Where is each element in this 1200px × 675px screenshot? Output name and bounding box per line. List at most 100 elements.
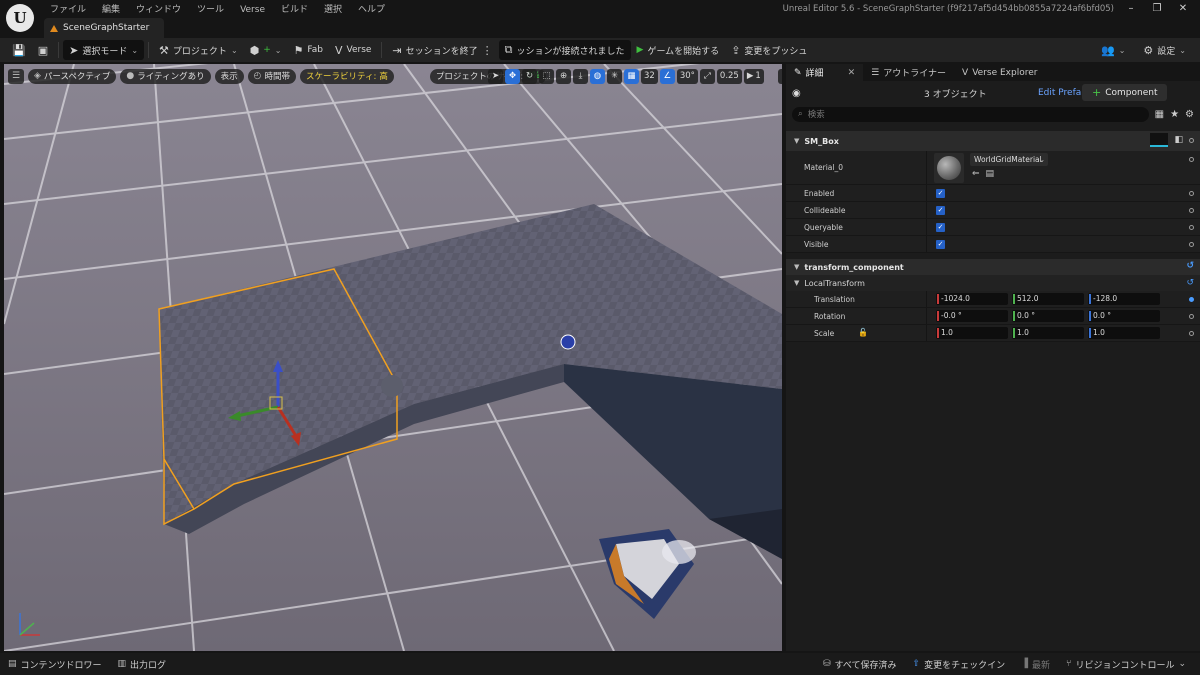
select-tool-icon[interactable]: ➤ <box>488 68 503 84</box>
tab-verse-explorer[interactable]: V Verse Explorer <box>954 64 1045 81</box>
enabled-checkbox[interactable]: ✓ <box>936 189 945 198</box>
reset-dot-icon[interactable] <box>1189 297 1194 302</box>
section-sm-box[interactable]: ▼ SM_Box ◧ <box>786 131 1200 151</box>
reset-arrow-icon[interactable]: ↺ <box>1186 278 1194 288</box>
browse-icon[interactable]: ▤ <box>986 169 995 179</box>
snap-mode-icon[interactable]: ◍ <box>590 68 605 84</box>
surface-snap-icon[interactable]: ⤓ <box>573 68 588 84</box>
end-session-button[interactable]: ⇥ セッションを終了 ⋮ <box>386 40 498 60</box>
output-log-button[interactable]: ▥ 出力ログ <box>110 653 175 675</box>
scale-snap-icon[interactable]: ⤢ <box>699 68 715 84</box>
section-transform[interactable]: ▼ transform_component ↺ <box>786 259 1200 275</box>
rotate-tool-icon[interactable]: ↻ <box>522 68 537 84</box>
entity-marker-icon[interactable] <box>560 334 576 350</box>
reset-dot-icon[interactable] <box>1189 157 1194 162</box>
show-button[interactable]: 表示 <box>214 68 244 84</box>
users-button[interactable]: 👥 ⌄ <box>1095 40 1131 60</box>
perspective-button[interactable]: ◈ パースペクティブ <box>28 68 117 84</box>
details-search-input[interactable]: ⌕ 検索 <box>792 106 1149 122</box>
menu-tools[interactable]: ツール <box>189 3 232 17</box>
close-icon[interactable]: ✕ <box>1170 0 1196 18</box>
menu-edit[interactable]: 編集 <box>94 3 128 17</box>
close-icon[interactable]: ✕ <box>848 68 856 78</box>
queryable-checkbox[interactable]: ✓ <box>936 223 945 232</box>
reset-dot-icon[interactable] <box>1189 314 1194 319</box>
add-actor-button[interactable]: ⬢ + ⌄ <box>244 40 288 60</box>
start-game-button[interactable]: ▶ ゲームを開始する <box>631 40 726 60</box>
browse-icon[interactable]: ◧ <box>1174 135 1183 145</box>
add-component-button[interactable]: + Component <box>1082 84 1168 101</box>
scale-tool-icon[interactable]: ⬚ <box>539 68 554 84</box>
tab-details[interactable]: ✎ 詳細 ✕ <box>786 64 864 81</box>
translation-y-field[interactable]: 512.0 <box>1012 293 1084 305</box>
scale-x-field[interactable]: 1.0 <box>936 327 1008 339</box>
save-all-button[interactable]: ⛁ すべて保存済み <box>815 653 905 675</box>
menu-verse[interactable]: Verse <box>232 3 273 17</box>
reset-dot-icon[interactable] <box>1189 242 1194 247</box>
rotation-snap-value[interactable]: 30° <box>676 68 698 84</box>
save-button[interactable]: 💾 <box>6 40 32 60</box>
lock-icon[interactable]: ◉ <box>792 88 801 99</box>
tab-outliner[interactable]: ☰ アウトライナー <box>863 64 954 81</box>
camera-speed-button[interactable]: ▶ 1 <box>743 68 764 84</box>
content-drawer-button[interactable]: ▤ コンテンツドロワー <box>0 653 110 675</box>
reset-arrow-icon[interactable]: ↺ <box>1186 261 1194 271</box>
time-of-day-button[interactable]: ◴ 時間帯 <box>247 68 296 84</box>
menu-help[interactable]: ヘルプ <box>350 3 393 17</box>
select-mode-dropdown[interactable]: ➤ 選択モード ⌄ <box>63 40 145 60</box>
reset-dot-icon[interactable] <box>1189 208 1194 213</box>
visible-checkbox[interactable]: ✓ <box>936 240 945 249</box>
reset-dot-icon[interactable] <box>1189 225 1194 230</box>
document-tab[interactable]: SceneGraphStarter <box>44 18 164 38</box>
gear-icon[interactable]: ⚙ <box>1185 109 1194 120</box>
unreal-logo-icon[interactable]: U <box>6 4 34 32</box>
push-changes-button[interactable]: ⇪ 変更をプッシュ <box>725 40 813 60</box>
favorite-star-icon[interactable]: ★ <box>1170 109 1179 120</box>
rotation-x-field[interactable]: -0.0 ° <box>936 310 1008 322</box>
collideable-checkbox[interactable]: ✓ <box>936 206 945 215</box>
menu-build[interactable]: ビルド <box>273 3 316 17</box>
settings-button[interactable]: ⚙ 設定 ⌄ <box>1137 40 1192 60</box>
edit-prefab-link[interactable]: Edit Prefab <box>1038 88 1087 98</box>
project-dropdown[interactable]: ⚒ プロジェクト ⌄ <box>153 40 244 60</box>
reset-dot-icon[interactable] <box>1189 137 1194 143</box>
rotation-z-field[interactable]: 0.0 ° <box>1088 310 1160 322</box>
verse-button[interactable]: V Verse <box>329 40 377 60</box>
scale-lock-icon[interactable]: 🔓 <box>858 328 868 337</box>
check-in-button[interactable]: ⇧ 変更をチェックイン <box>905 653 1014 675</box>
scale-y-field[interactable]: 1.0 <box>1012 327 1084 339</box>
mesh-thumbnail-icon[interactable] <box>1150 133 1169 147</box>
viewport-menu-button[interactable]: ☰ <box>8 68 24 84</box>
grid-snap-value[interactable]: 32 <box>641 68 658 84</box>
scene-render[interactable] <box>4 64 782 651</box>
rotation-y-field[interactable]: 0.0 ° <box>1012 310 1084 322</box>
maximize-viewport-icon[interactable]: ⊞ <box>777 68 782 84</box>
scale-z-field[interactable]: 1.0 <box>1088 327 1160 339</box>
material-dropdown[interactable]: WorldGridMaterial ⌄ <box>970 153 1048 166</box>
level-viewport[interactable]: ☰ ◈ パースペクティブ ● ライティングあり 表示 ◴ 時間帯 スケーラビリテ… <box>4 64 782 651</box>
use-selected-icon[interactable]: ⇐ <box>972 169 980 179</box>
material-thumbnail[interactable] <box>934 153 964 183</box>
local-transform-header[interactable]: ▼ LocalTransform ↺ <box>786 275 1200 291</box>
fab-button[interactable]: ⚑ Fab <box>288 40 329 60</box>
table-view-icon[interactable]: ▦ <box>1155 109 1164 120</box>
maximize-icon[interactable]: ❐ <box>1144 0 1170 18</box>
content-browser-button[interactable]: ▣ <box>32 40 54 60</box>
menu-select[interactable]: 選択 <box>316 3 350 17</box>
session-status[interactable]: ⧉ ッションが接続されました <box>498 40 631 60</box>
menu-file[interactable]: ファイル <box>42 3 94 17</box>
pivot-icon[interactable]: ✳ <box>607 68 622 84</box>
lighting-button[interactable]: ● ライティングあり <box>120 68 211 84</box>
world-local-icon[interactable]: ⊕ <box>556 68 571 84</box>
translation-x-field[interactable]: -1024.0 <box>936 293 1008 305</box>
minimize-icon[interactable]: – <box>1118 0 1144 18</box>
scalability-button[interactable]: スケーラビリティ: 高 <box>299 68 394 84</box>
grid-snap-icon[interactable]: ▦ <box>624 68 639 84</box>
translate-tool-icon[interactable]: ✥ <box>505 68 520 84</box>
revision-control-button[interactable]: ⑂ リビジョンコントロール ⌄ <box>1058 653 1194 675</box>
scale-snap-value[interactable]: 0.25 <box>716 68 742 84</box>
translation-z-field[interactable]: -128.0 <box>1088 293 1160 305</box>
menu-window[interactable]: ウィンドウ <box>128 3 189 17</box>
rotation-snap-icon[interactable]: ∠ <box>659 68 675 84</box>
latest-button[interactable]: ▐ 最新 <box>1013 653 1058 675</box>
